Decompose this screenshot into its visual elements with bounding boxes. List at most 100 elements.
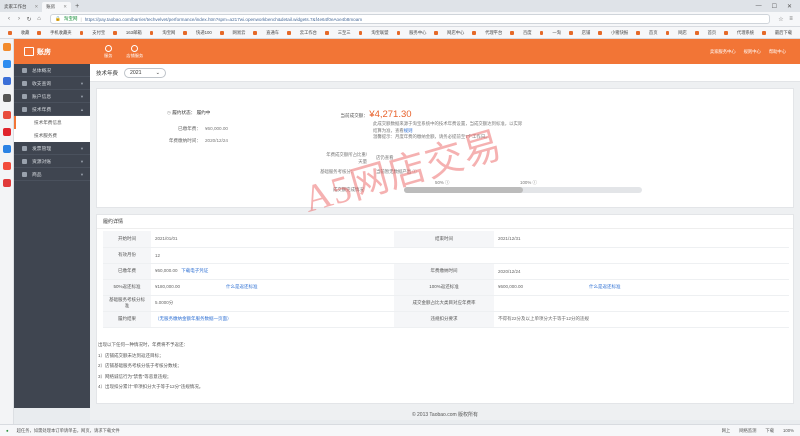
new-tab-icon[interactable]: + bbox=[75, 3, 79, 10]
bookmark-item[interactable]: 首页 bbox=[708, 30, 717, 36]
bookmark-item[interactable]: 最后下载 bbox=[775, 30, 792, 36]
url-text: https://pay.taobao.com/barrier/techvelve… bbox=[84, 16, 363, 22]
bookmark-item[interactable]: 网店中心 bbox=[447, 30, 464, 36]
back-icon[interactable]: ‹ bbox=[4, 16, 14, 22]
bookmark-item[interactable]: 直通车 bbox=[266, 30, 279, 36]
goods-icon bbox=[22, 171, 27, 177]
bookmark-item[interactable]: 手机收藏夹 bbox=[50, 30, 71, 36]
year-filter-label: 技术年费 bbox=[96, 70, 119, 77]
close-icon[interactable]: ✕ bbox=[35, 4, 39, 10]
bookmark-icon bbox=[79, 30, 84, 35]
header-nav: 服务 店铺服务 bbox=[104, 44, 143, 59]
browser-statusbar: ● 超任务，如需处理本订单请单击，网页，请求下载文件 网上 网络监测 下载 10… bbox=[0, 424, 800, 436]
progress-mark-100: 100% ⓘ bbox=[520, 180, 537, 185]
browser-tabbar: 卖家工作台 ✕ 账房 ✕ + — ☐ ✕ bbox=[0, 0, 800, 12]
bookmark-icon bbox=[510, 30, 515, 35]
app-icon[interactable] bbox=[2, 111, 11, 119]
result-link[interactable]: （无服务缴纳金额年服务数据一页面） bbox=[151, 311, 394, 328]
nav-service[interactable]: 服务 bbox=[104, 44, 112, 59]
app-icon[interactable] bbox=[2, 145, 11, 153]
help-icon[interactable]: ⓘ bbox=[411, 169, 416, 174]
forward-icon[interactable]: › bbox=[14, 16, 24, 22]
bookmark-item[interactable]: 云工作台 bbox=[300, 30, 317, 36]
overview-icon bbox=[22, 67, 27, 73]
bookmark-item[interactable]: 淘宝联盟 bbox=[371, 30, 388, 36]
address-input[interactable]: 🔒 淘宝网 | https://pay.taobao.com/barrier/t… bbox=[50, 14, 770, 24]
sidebar-item-goods[interactable]: 商品 ▼ bbox=[14, 168, 90, 181]
menu-icon[interactable]: ≡ bbox=[786, 16, 796, 22]
bookmark-item[interactable]: 163邮箱 bbox=[126, 30, 142, 36]
app-icon[interactable] bbox=[2, 77, 11, 85]
app-icon[interactable] bbox=[2, 128, 11, 136]
bookmark-item[interactable]: 服务中心 bbox=[409, 30, 426, 36]
app-icon[interactable] bbox=[2, 94, 11, 102]
bookmark-item[interactable]: 代理系统 bbox=[737, 30, 754, 36]
star-icon[interactable]: ☆ bbox=[776, 16, 786, 23]
app-icon[interactable] bbox=[2, 162, 11, 170]
address-separator: | bbox=[80, 16, 82, 22]
bookmark-item[interactable]: 代理平台 bbox=[485, 30, 502, 36]
browser-tab-0[interactable]: 卖家工作台 ✕ bbox=[0, 2, 42, 12]
footer: © 2013 Taobao.com 版权所有 bbox=[90, 408, 800, 420]
bookmark-icon bbox=[396, 30, 401, 35]
sidebar-item-income[interactable]: 收支查询 ▼ bbox=[14, 77, 90, 90]
download-voucher-link[interactable]: 下载电子凭证 bbox=[181, 268, 208, 273]
header-link-help[interactable]: 帮助中心 bbox=[769, 49, 786, 55]
refresh-icon[interactable]: ↻ bbox=[24, 16, 34, 23]
sidebar-item-account[interactable]: 账户信息 ▼ bbox=[14, 90, 90, 103]
sales-progress-fill bbox=[404, 187, 523, 193]
bookmark-icon bbox=[324, 30, 329, 35]
bookmark-item[interactable]: 支付宝 bbox=[92, 30, 105, 36]
bookmark-item[interactable]: 一淘 bbox=[552, 30, 561, 36]
progress-label: 成交额完成情况 bbox=[333, 187, 364, 192]
app-icon[interactable] bbox=[2, 43, 11, 51]
nav-shop-service[interactable]: 店铺服务 bbox=[126, 44, 143, 59]
header-link-seller-center[interactable]: 卖家服务中心 bbox=[710, 49, 736, 55]
sidebar-sub-tech-fee-info[interactable]: 技术年费信息 bbox=[14, 116, 90, 129]
table-row: 有效月份 12 bbox=[103, 247, 789, 264]
bookmark-item[interactable]: 店铺 bbox=[582, 30, 591, 36]
chevron-down-icon: ▼ bbox=[80, 158, 84, 164]
sidebar-item-overview[interactable]: 总体概况 bbox=[14, 64, 90, 77]
chevron-down-icon: ▼ bbox=[80, 80, 84, 86]
header-link-rules[interactable]: 规则中心 bbox=[744, 49, 761, 55]
site-header: 账房 服务 店铺服务 卖家服务中心 规则中心 帮助中心 bbox=[14, 39, 800, 64]
progress-mark-50: 50% ⓘ bbox=[435, 180, 450, 185]
bookmark-item[interactable]: 网店 bbox=[678, 30, 687, 36]
status-value: 履约中 bbox=[196, 110, 211, 115]
status-row: ◷ 履约状态： 履约中 bbox=[167, 110, 211, 115]
refund-standard-link[interactable]: 什么是返还标准 bbox=[226, 284, 258, 289]
refund-standard-link-2[interactable]: 什么是返还标准 bbox=[589, 284, 621, 289]
sidebar-sub-tech-service-fee[interactable]: 技术服务费 bbox=[14, 129, 90, 142]
bookmark-item[interactable]: 收藏 bbox=[21, 30, 30, 36]
table-row: 已缴年费 ¥60,000.00 下载电子凭证 年费缴纳时间 2020/12/24 bbox=[103, 263, 789, 280]
app-icon[interactable] bbox=[2, 60, 11, 68]
bookmark-icon bbox=[694, 30, 699, 35]
bookmark-item[interactable]: 首页 bbox=[649, 30, 658, 36]
bookmark-icon bbox=[724, 30, 728, 35]
browser-tab-1[interactable]: 账房 ✕ bbox=[42, 2, 72, 12]
app-icon[interactable] bbox=[2, 179, 11, 187]
bookmark-item[interactable]: 网易云 bbox=[233, 30, 246, 36]
year-select[interactable]: 2021 ⌄ bbox=[124, 67, 167, 78]
logo[interactable]: 账房 bbox=[14, 47, 90, 57]
bookmark-item[interactable]: 百度 bbox=[523, 30, 532, 36]
help-icon[interactable]: ⓘ bbox=[531, 180, 536, 185]
bookmark-icon bbox=[37, 30, 42, 35]
bookmark-item[interactable]: 小猪快报 bbox=[611, 30, 628, 36]
bookmark-item[interactable]: 三至三 bbox=[338, 30, 351, 36]
shop-icon bbox=[131, 44, 139, 52]
close-window-icon[interactable]: ✕ bbox=[787, 3, 792, 10]
bookmark-item[interactable]: 淘宝网 bbox=[162, 30, 175, 36]
rules-link[interactable]: 规则 bbox=[404, 128, 413, 133]
help-icon[interactable]: ⓘ bbox=[444, 180, 449, 185]
bookmark-item[interactable]: 快递100 bbox=[196, 30, 212, 36]
bookmark-icon bbox=[598, 30, 602, 35]
sidebar-item-tech-fee[interactable]: 技术年费 ▲ bbox=[14, 103, 90, 116]
close-icon[interactable]: ✕ bbox=[63, 4, 67, 10]
minimize-icon[interactable]: — bbox=[756, 3, 762, 10]
home-icon[interactable]: ⌂ bbox=[34, 16, 44, 22]
maximize-icon[interactable]: ☐ bbox=[772, 3, 777, 10]
sidebar-item-reconcile[interactable]: 资源对账 ▼ bbox=[14, 155, 90, 168]
sidebar-item-invoice[interactable]: 发票管理 ▼ bbox=[14, 142, 90, 155]
